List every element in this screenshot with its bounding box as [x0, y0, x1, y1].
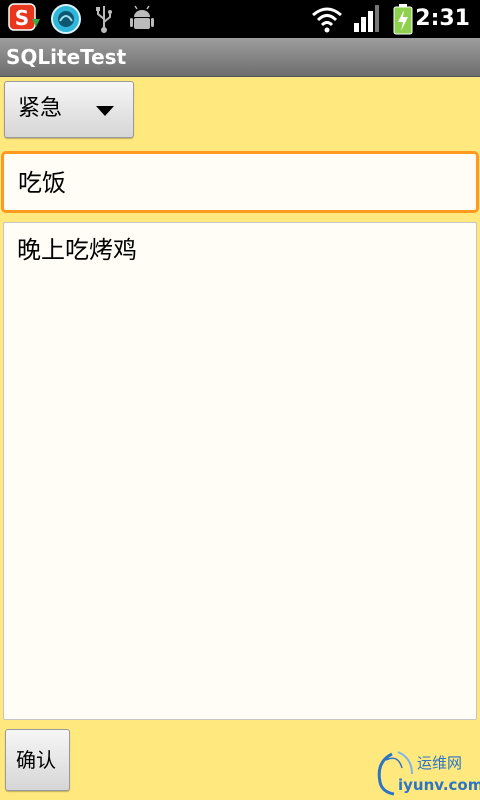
app-notification-icon	[51, 4, 81, 34]
battery-charging-icon	[393, 4, 413, 35]
app-title: SQLiteTest	[6, 45, 127, 69]
priority-spinner-value: 紧急	[18, 96, 63, 121]
watermark-cn-text: 运维网	[417, 754, 463, 772]
body-textarea[interactable]: 晚上吃烤鸡	[3, 222, 477, 720]
sogou-input-icon: S	[8, 3, 40, 31]
status-bar: S 2:31	[0, 0, 480, 38]
priority-spinner[interactable]: 紧急	[4, 81, 134, 138]
wifi-icon	[312, 7, 342, 33]
usb-icon	[96, 6, 112, 33]
svg-text:S: S	[15, 6, 29, 30]
confirm-button-label: 确认	[16, 748, 56, 772]
status-time: 2:31	[415, 6, 470, 31]
confirm-button[interactable]: 确认	[5, 729, 70, 791]
dropdown-arrow-icon	[96, 106, 114, 116]
android-debug-icon	[130, 5, 154, 29]
title-input[interactable]: 吃饭	[1, 151, 479, 213]
body-textarea-value: 晚上吃烤鸡	[17, 236, 137, 264]
watermark: 运维网 iyunv.com	[372, 748, 480, 798]
signal-icon	[354, 5, 379, 32]
watermark-en-text: iyunv.com	[398, 776, 480, 794]
title-bar: SQLiteTest	[0, 38, 480, 77]
title-input-value: 吃饭	[18, 169, 66, 197]
